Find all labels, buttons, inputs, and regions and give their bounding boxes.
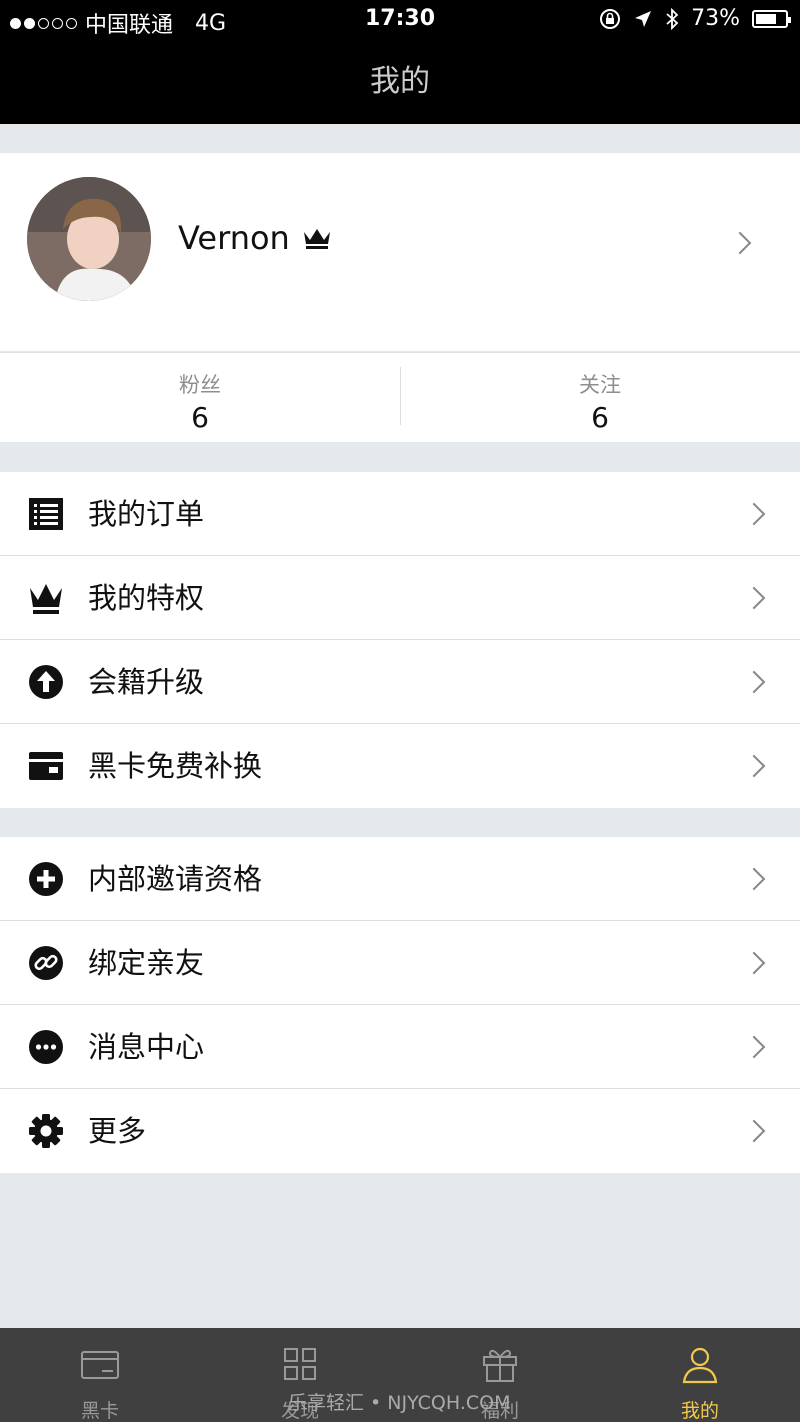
chevron-right-icon xyxy=(742,586,766,610)
menu-item-label: 我的订单 xyxy=(88,497,205,531)
chevron-right-icon xyxy=(742,867,766,891)
rotation-lock-icon xyxy=(600,8,621,29)
menu-item-upgrade[interactable]: 会籍升级 xyxy=(0,640,800,724)
person-tab-icon xyxy=(682,1347,718,1384)
plus-circle-icon xyxy=(29,862,63,896)
message-dots-icon xyxy=(29,1030,63,1064)
menu-item-label: 内部邀请资格 xyxy=(88,862,263,896)
menu-item-label: 我的特权 xyxy=(88,581,205,615)
bluetooth-icon xyxy=(666,7,679,30)
gift-tab-icon xyxy=(483,1349,517,1382)
menu-item-label: 消息中心 xyxy=(88,1030,205,1064)
stats-bar: 粉丝 6 关注 6 xyxy=(0,352,800,442)
status-bar: 中国联通 4G 17:30 73% xyxy=(0,0,800,40)
crown-icon xyxy=(303,229,330,249)
battery-icon xyxy=(752,9,791,28)
menu-item-card-replacement[interactable]: 黑卡免费补换 xyxy=(0,724,800,808)
menu-item-label: 更多 xyxy=(88,1114,147,1148)
upgrade-arrow-icon xyxy=(29,665,63,699)
card-icon xyxy=(29,752,63,780)
fans-stat[interactable]: 粉丝 6 xyxy=(0,353,400,443)
card-tab-icon xyxy=(81,1351,119,1379)
crown-icon xyxy=(30,584,62,614)
chevron-right-icon xyxy=(742,951,766,975)
chevron-right-icon xyxy=(742,502,766,526)
battery-percent: 73% xyxy=(691,6,740,31)
profile-card[interactable]: Vernon xyxy=(0,153,800,351)
menu-item-more[interactable]: 更多 xyxy=(0,1089,800,1173)
menu-item-label: 黑卡免费补换 xyxy=(88,749,263,783)
menu-item-invite[interactable]: 内部邀请资格 xyxy=(0,837,800,921)
tab-label: 我的 xyxy=(680,1400,719,1422)
menu-item-bind-friends[interactable]: 绑定亲友 xyxy=(0,921,800,1005)
list-icon xyxy=(29,498,63,530)
menu-item-messages[interactable]: 消息中心 xyxy=(0,1005,800,1089)
menu-item-label: 绑定亲友 xyxy=(88,946,205,980)
menu-group-2: 内部邀请资格 绑定亲友 消息中心 更多 xyxy=(0,837,800,1173)
menu-item-label: 会籍升级 xyxy=(88,665,205,699)
menu-item-privileges[interactable]: 我的特权 xyxy=(0,556,800,640)
menu-item-orders[interactable]: 我的订单 xyxy=(0,472,800,556)
chevron-right-icon xyxy=(728,231,752,255)
status-right: 73% xyxy=(599,6,791,31)
username-text: Vernon xyxy=(178,219,290,257)
tab-mine[interactable]: 我的 xyxy=(600,1328,800,1422)
chevron-right-icon xyxy=(742,1119,766,1143)
page-title: 我的 xyxy=(0,40,800,124)
menu-group-1: 我的订单 我的特权 会籍升级 黑卡免费补换 xyxy=(0,472,800,808)
tab-black-card[interactable]: 黑卡 xyxy=(0,1328,200,1422)
chevron-right-icon xyxy=(742,1035,766,1059)
gear-icon xyxy=(29,1114,63,1148)
grid-tab-icon xyxy=(284,1348,316,1380)
location-arrow-icon xyxy=(635,10,652,27)
chevron-right-icon xyxy=(742,754,766,778)
following-stat[interactable]: 关注 6 xyxy=(400,353,800,443)
avatar xyxy=(27,177,151,301)
chevron-right-icon xyxy=(742,670,766,694)
stat-value: 6 xyxy=(591,401,609,434)
link-icon xyxy=(29,946,63,980)
tab-label: 黑卡 xyxy=(80,1400,119,1422)
stat-value: 6 xyxy=(191,401,209,434)
watermark: 乐享轻汇 • NJYCQH.COM xyxy=(288,1392,511,1414)
stat-label: 粉丝 xyxy=(179,373,221,397)
stat-label: 关注 xyxy=(579,373,621,397)
username: Vernon xyxy=(178,219,332,257)
